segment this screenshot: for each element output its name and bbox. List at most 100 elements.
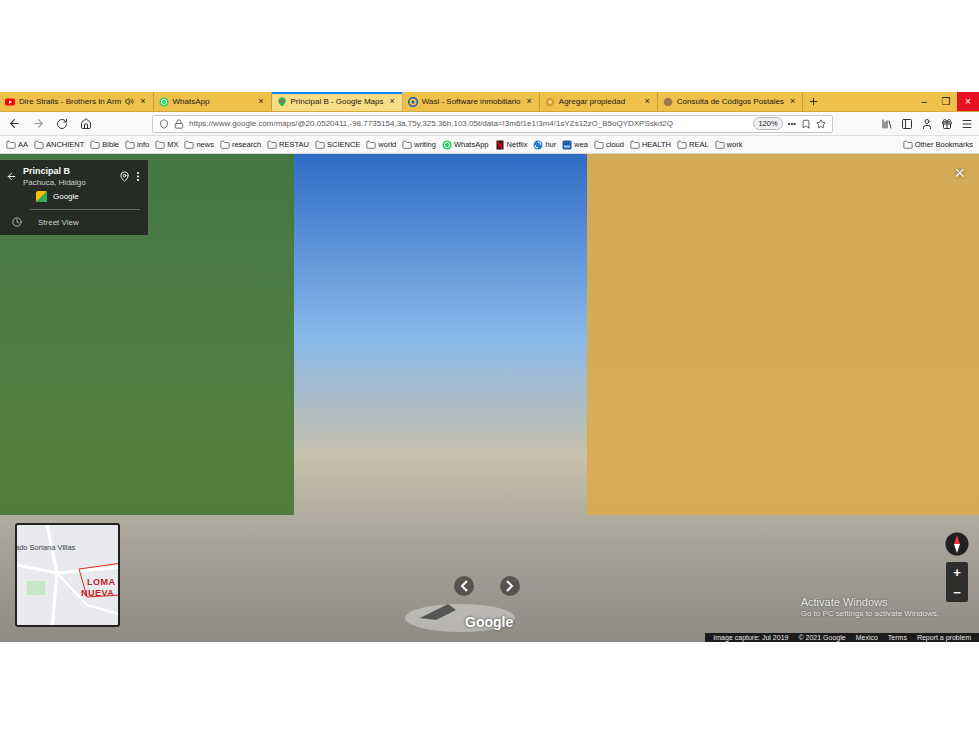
forward-button[interactable] xyxy=(30,116,46,132)
bookmark-label: research xyxy=(232,140,261,149)
bookmark-label: news xyxy=(196,140,214,149)
source-label[interactable]: Google xyxy=(53,192,79,201)
map-label: LOMA xyxy=(87,577,116,587)
bookmark-item[interactable]: Netflix xyxy=(495,140,528,150)
star-icon[interactable] xyxy=(816,119,826,129)
tab-close-button[interactable]: × xyxy=(138,97,147,106)
bookmark-item[interactable]: research xyxy=(220,140,261,150)
footer-item[interactable]: Terms xyxy=(888,634,907,641)
window-control-button[interactable]: ❐ xyxy=(935,92,957,111)
browser-tab[interactable]: Consulta de Códigos Postales× xyxy=(658,92,803,111)
bookmark-item[interactable]: world xyxy=(366,140,396,150)
site-icon xyxy=(663,97,673,107)
pin-icon[interactable] xyxy=(119,171,130,182)
footer-item[interactable]: Report a problem xyxy=(917,634,971,641)
folder-icon xyxy=(125,140,135,150)
tab-close-button[interactable]: × xyxy=(387,97,396,106)
close-street-view-button[interactable]: × xyxy=(954,164,965,182)
bookmark-item[interactable]: writing xyxy=(402,140,436,150)
bookmark-item[interactable]: info xyxy=(125,140,149,150)
page-actions-button[interactable]: ••• xyxy=(788,119,796,128)
reload-button[interactable] xyxy=(54,116,70,132)
zoom-badge[interactable]: 120% xyxy=(753,117,782,130)
map-pin-icon xyxy=(277,97,287,107)
google-watermark: Google xyxy=(465,614,513,630)
home-button[interactable] xyxy=(78,116,94,132)
whatsapp-icon xyxy=(442,140,452,150)
whatsapp-icon xyxy=(159,97,169,107)
tab-close-button[interactable]: × xyxy=(525,97,534,106)
activation-watermark: Activate WindowsGo to PC settings to act… xyxy=(801,596,939,618)
tab-close-button[interactable]: × xyxy=(788,97,797,106)
browser-tab[interactable]: Agregar propiedad× xyxy=(540,92,658,111)
folder-icon xyxy=(155,140,165,150)
browser-tab[interactable]: WhatsApp× xyxy=(154,92,272,111)
folder-icon xyxy=(34,140,44,150)
street-view-photo[interactable]: Principal BPachuca, HidalgoGoogleStreet … xyxy=(0,154,979,642)
browser-tab[interactable]: Wasi - Software inmobiliario× xyxy=(403,92,540,111)
home-icon xyxy=(80,118,92,130)
tab-label: WhatsApp xyxy=(173,97,253,106)
netflix-icon xyxy=(495,140,505,150)
bookmark-item[interactable]: Bible xyxy=(90,140,119,150)
tab-bar: Dire Straits - Brothers In Arm×WhatsApp×… xyxy=(0,92,979,112)
bookmark-item[interactable]: REAL xyxy=(677,140,709,150)
window-control-button[interactable]: – xyxy=(913,92,935,111)
compass-icon[interactable] xyxy=(945,532,969,556)
url-field[interactable]: https://www.google.com/maps/@20.0520411,… xyxy=(152,115,833,133)
other-bookmarks[interactable]: Other Bookmarks xyxy=(903,140,973,150)
map-controls: +− xyxy=(945,532,969,602)
bookmark-item[interactable]: cloud xyxy=(594,140,624,150)
bookmark-item[interactable]: MX xyxy=(155,140,178,150)
bookmark-item[interactable]: ANCHIENT xyxy=(34,140,84,150)
pocket-icon[interactable] xyxy=(801,119,811,129)
folder-icon xyxy=(267,140,277,150)
bookmark-item[interactable]: WhatsApp xyxy=(442,140,489,150)
bookmark-label: Bible xyxy=(102,140,119,149)
zoom-out-button[interactable]: − xyxy=(946,582,968,602)
library-icon[interactable] xyxy=(881,118,893,130)
back-button[interactable] xyxy=(6,116,22,132)
tab-close-button[interactable]: × xyxy=(643,97,652,106)
browser-tab[interactable]: Dire Straits - Brothers In Arm× xyxy=(0,92,154,111)
bookmark-item[interactable]: HEALTH xyxy=(630,140,671,150)
folder-icon xyxy=(677,140,687,150)
browser-tab[interactable]: Principal B - Google Maps× xyxy=(272,92,403,111)
activation-title: Activate Windows xyxy=(801,596,939,608)
footer-item[interactable]: Image capture: Jul 2019 xyxy=(713,634,788,641)
account-icon[interactable] xyxy=(921,118,933,130)
bookmarks-bar: AA ANCHIENT Bible info MX news research RESTAU S… xyxy=(0,136,979,154)
shield-icon xyxy=(159,119,169,129)
bookmark-item[interactable]: RESTAU xyxy=(267,140,309,150)
bookmark-item[interactable]: news xyxy=(184,140,214,150)
bookmark-label: RESTAU xyxy=(279,140,309,149)
footer-item[interactable]: Mexico xyxy=(856,634,878,641)
more-icon[interactable] xyxy=(136,171,140,182)
sidebar-icon[interactable] xyxy=(901,118,913,130)
bookmark-item[interactable]: hur xyxy=(533,140,556,150)
window-control-button[interactable]: × xyxy=(957,92,979,111)
bookmark-label: SCIENCE xyxy=(327,140,360,149)
new-tab-button[interactable] xyxy=(803,92,823,111)
footer-item[interactable]: © 2021 Google xyxy=(798,634,845,641)
menu-icon[interactable] xyxy=(961,118,973,130)
place-title: Principal B xyxy=(23,166,113,176)
bookmark-label: HEALTH xyxy=(642,140,671,149)
activation-subtitle: Go to PC settings to activate Windows. xyxy=(801,609,939,618)
gear-icon xyxy=(545,97,555,107)
back-arrow-icon[interactable] xyxy=(6,171,17,182)
bookmark-item[interactable]: work xyxy=(715,140,743,150)
clock-icon[interactable] xyxy=(12,217,22,227)
contributor-icon xyxy=(36,191,47,202)
hurricane-icon xyxy=(533,140,543,150)
zoom-in-button[interactable]: + xyxy=(946,562,968,582)
tab-close-button[interactable]: × xyxy=(256,97,265,106)
gift-icon[interactable] xyxy=(941,118,953,130)
bookmark-label: Other Bookmarks xyxy=(915,140,973,149)
speaker-icon[interactable] xyxy=(125,97,134,106)
minimap[interactable]: ado Soriana VillasLOMANUEVA xyxy=(15,523,120,627)
bookmark-item[interactable]: AA xyxy=(6,140,28,150)
source-row: Google xyxy=(6,191,140,202)
bookmark-item[interactable]: SCIENCE xyxy=(315,140,360,150)
bookmark-item[interactable]: wea xyxy=(562,140,588,150)
